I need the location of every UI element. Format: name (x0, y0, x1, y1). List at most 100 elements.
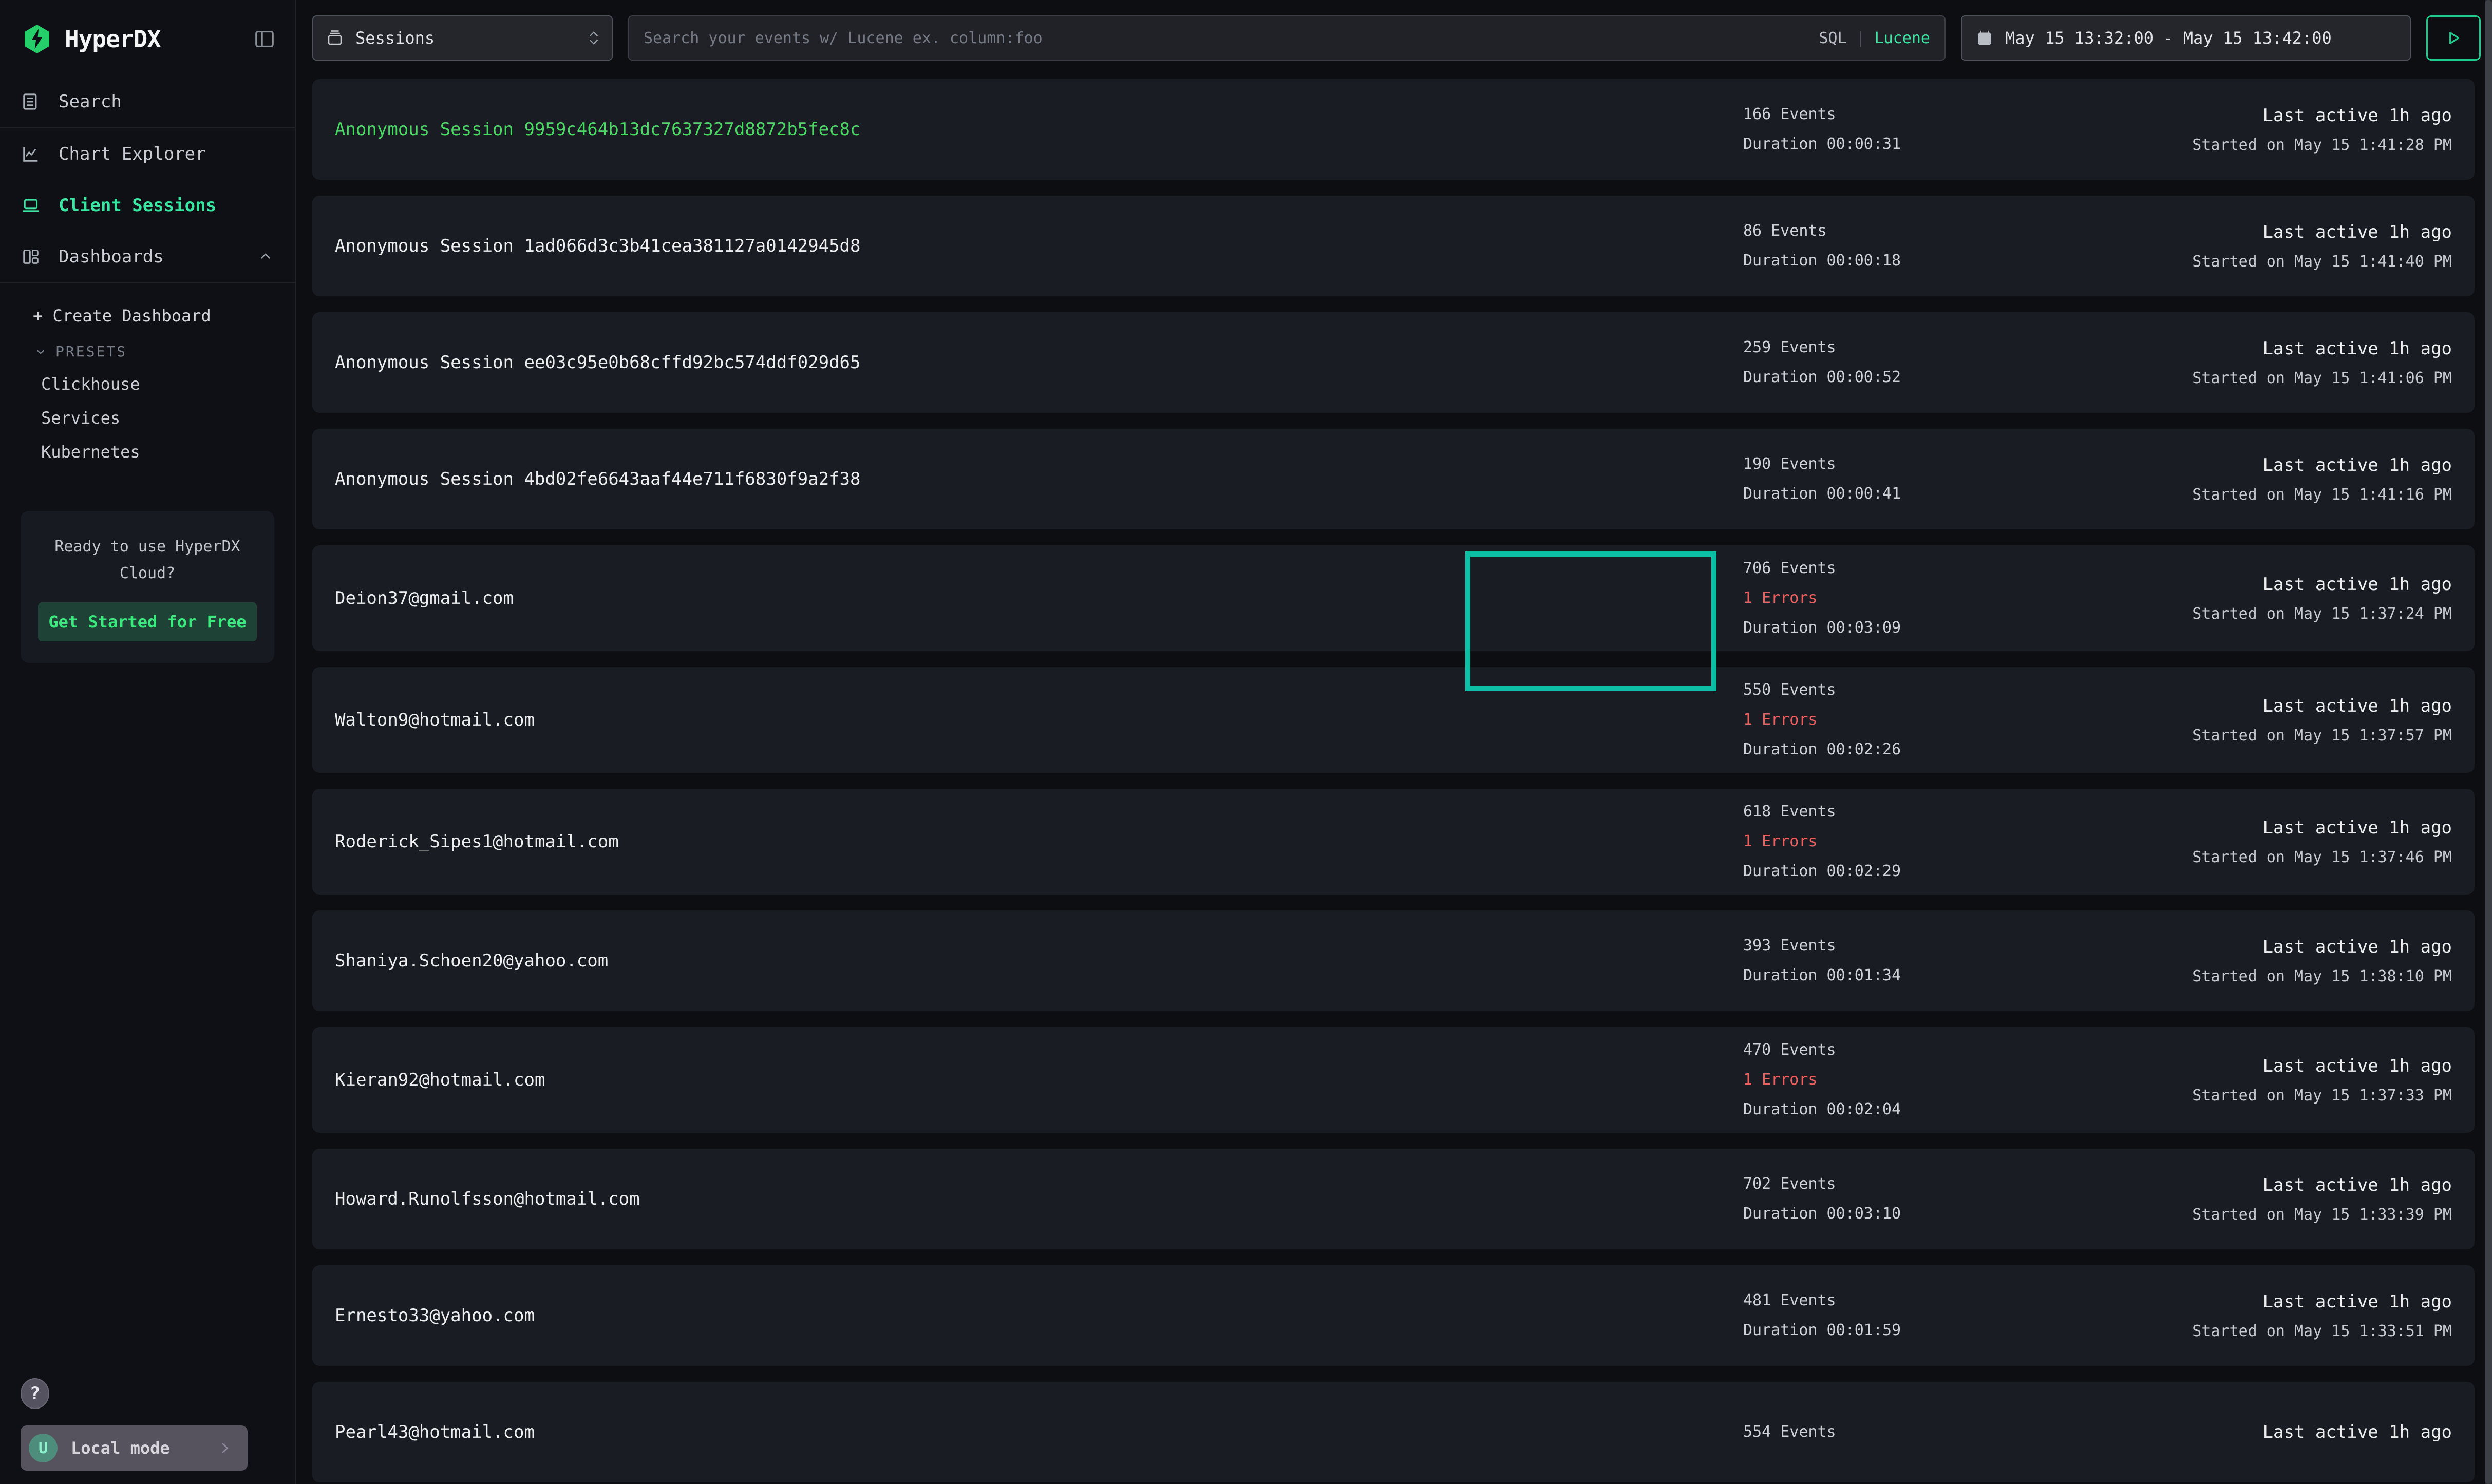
session-row[interactable]: Deion37@gmail.com 706 Events 1 Errors Du… (312, 545, 2475, 651)
session-events: 554 Events (1743, 1422, 2062, 1442)
session-last-active: Last active 1h ago (2263, 937, 2452, 957)
cloud-promo-text: Ready to use HyperDX (38, 534, 257, 560)
chevron-up-icon (257, 248, 274, 265)
chart-icon (21, 144, 41, 164)
session-row[interactable]: Roderick_Sipes1@hotmail.com 618 Events 1… (312, 789, 2475, 895)
session-activity: Last active 1h ago Started on May 15 1:4… (2062, 105, 2452, 154)
session-events: 706 Events (1743, 559, 2062, 578)
session-activity: Last active 1h ago (2062, 1422, 2452, 1442)
session-title: Anonymous Session 9959c464b13dc7637327d8… (335, 119, 1743, 140)
select-chevrons-icon (588, 31, 599, 45)
main-content: Sessions SQL | Lucene May 15 13:32:00 - … (297, 0, 2492, 1484)
session-events: 470 Events (1743, 1040, 2062, 1060)
session-row[interactable]: Pearl43@hotmail.com 554 Events Last acti… (312, 1382, 2475, 1482)
preset-item[interactable]: Services (0, 401, 295, 435)
scrollbar-thumb[interactable] (2485, 0, 2492, 1484)
sidebar-item-label: Dashboards (59, 246, 164, 267)
session-row[interactable]: Howard.Runolfsson@hotmail.com 702 Events… (312, 1149, 2475, 1249)
session-row[interactable]: Kieran92@hotmail.com 470 Events 1 Errors… (312, 1027, 2475, 1133)
session-row[interactable]: Shaniya.Schoen20@yahoo.com 393 Events Du… (312, 910, 2475, 1011)
session-errors: 1 Errors (1743, 832, 2062, 851)
session-started-on: Started on May 15 1:33:39 PM (2192, 1206, 2452, 1224)
mode-lucene-toggle[interactable]: Lucene (1875, 29, 1930, 47)
session-row[interactable]: Walton9@hotmail.com 550 Events 1 Errors … (312, 667, 2475, 773)
sidebar-item-label: Chart Explorer (59, 144, 206, 164)
session-started-on: Started on May 15 1:37:57 PM (2192, 727, 2452, 745)
session-stats: 166 Events Duration 00:00:31 (1743, 105, 2062, 154)
brand[interactable]: HyperDX (21, 23, 161, 55)
search-input[interactable] (644, 29, 1809, 47)
session-title: Deion37@gmail.com (335, 588, 1743, 608)
session-stats: 393 Events Duration 00:01:34 (1743, 936, 2062, 985)
session-duration: Duration 00:02:04 (1743, 1100, 2062, 1119)
session-started-on: Started on May 15 1:41:28 PM (2192, 136, 2452, 154)
presets-list: ClickhouseServicesKubernetes (0, 367, 295, 469)
session-activity: Last active 1h ago Started on May 15 1:4… (2062, 338, 2452, 387)
chevron-right-icon (216, 1439, 233, 1457)
sidebar-item-client-sessions[interactable]: Client Sessions (0, 180, 295, 231)
session-activity: Last active 1h ago Started on May 15 1:4… (2062, 222, 2452, 271)
session-activity: Last active 1h ago Started on May 15 1:3… (2062, 817, 2452, 866)
session-events: 86 Events (1743, 221, 2062, 241)
session-title: Pearl43@hotmail.com (335, 1422, 1743, 1442)
source-select[interactable]: Sessions (312, 15, 613, 61)
source-select-value: Sessions (355, 28, 435, 48)
session-title: Howard.Runolfsson@hotmail.com (335, 1189, 1743, 1209)
preset-item[interactable]: Kubernetes (0, 435, 295, 469)
session-last-active: Last active 1h ago (2263, 338, 2452, 359)
session-duration: Duration 00:01:34 (1743, 966, 2062, 985)
sidebar-item-dashboards[interactable]: Dashboards (0, 231, 295, 282)
sidebar-header: HyperDX (0, 0, 295, 76)
session-started-on: Started on May 15 1:41:06 PM (2192, 369, 2452, 387)
session-events: 618 Events (1743, 802, 2062, 822)
sidebar-collapse-icon[interactable] (253, 27, 276, 51)
preset-item[interactable]: Clickhouse (0, 367, 295, 401)
session-row[interactable]: Ernesto33@yahoo.com 481 Events Duration … (312, 1265, 2475, 1366)
session-stats: 702 Events Duration 00:03:10 (1743, 1174, 2062, 1224)
scrollbar[interactable] (2485, 0, 2492, 1484)
sidebar-item-search[interactable]: Search (0, 76, 295, 127)
session-duration: Duration 00:01:59 (1743, 1321, 2062, 1340)
local-mode-button[interactable]: U Local mode (21, 1425, 248, 1471)
session-activity: Last active 1h ago Started on May 15 1:3… (2062, 574, 2452, 623)
session-stats: 259 Events Duration 00:00:52 (1743, 338, 2062, 387)
presets-toggle[interactable]: PRESETS (0, 335, 295, 367)
session-row[interactable]: Anonymous Session 9959c464b13dc7637327d8… (312, 79, 2475, 180)
hyperdx-logo-icon (21, 23, 53, 55)
session-last-active: Last active 1h ago (2263, 1422, 2452, 1442)
session-stats: 550 Events 1 Errors Duration 00:02:26 (1743, 680, 2062, 759)
session-started-on: Started on May 15 1:41:16 PM (2192, 486, 2452, 504)
session-last-active: Last active 1h ago (2263, 1291, 2452, 1312)
get-started-button[interactable]: Get Started for Free (38, 602, 257, 641)
help-button[interactable]: ? (21, 1378, 49, 1409)
time-range-picker[interactable]: May 15 13:32:00 - May 15 13:42:00 (1961, 15, 2411, 61)
presets-label: PRESETS (55, 343, 127, 360)
dashboards-submenu: + Create Dashboard PRESETS ClickhouseSer… (0, 283, 295, 474)
session-title: Walton9@hotmail.com (335, 710, 1743, 730)
session-events: 259 Events (1743, 338, 2062, 357)
cloud-promo-card: Ready to use HyperDX Cloud? Get Started … (21, 511, 274, 663)
session-row[interactable]: Anonymous Session 4bd02fe6643aaf44e711f6… (312, 429, 2475, 529)
session-duration: Duration 00:00:18 (1743, 251, 2062, 271)
session-stats: 618 Events 1 Errors Duration 00:02:29 (1743, 802, 2062, 881)
session-row[interactable]: Anonymous Session ee03c95e0b68cffd92bc57… (312, 312, 2475, 413)
sidebar-footer: ? U Local mode (0, 1425, 295, 1484)
session-stats: 481 Events Duration 00:01:59 (1743, 1291, 2062, 1340)
session-row[interactable]: Anonymous Session 1ad066d3c3b41cea381127… (312, 196, 2475, 296)
session-events: 393 Events (1743, 936, 2062, 956)
session-last-active: Last active 1h ago (2263, 455, 2452, 475)
session-title: Ernesto33@yahoo.com (335, 1305, 1743, 1326)
mode-sql-toggle[interactable]: SQL (1819, 29, 1846, 47)
create-dashboard-button[interactable]: + Create Dashboard (0, 297, 295, 335)
laptop-icon (21, 195, 41, 216)
run-query-button[interactable] (2426, 15, 2481, 61)
sidebar-item-chart-explorer[interactable]: Chart Explorer (0, 128, 295, 180)
session-title: Anonymous Session 1ad066d3c3b41cea381127… (335, 236, 1743, 256)
mode-divider: | (1856, 29, 1865, 47)
session-started-on: Started on May 15 1:37:46 PM (2192, 848, 2452, 866)
sidebar-item-label: Search (59, 91, 122, 112)
session-duration: Duration 00:00:52 (1743, 368, 2062, 387)
session-started-on: Started on May 15 1:37:24 PM (2192, 605, 2452, 623)
session-last-active: Last active 1h ago (2263, 696, 2452, 716)
session-last-active: Last active 1h ago (2263, 817, 2452, 838)
